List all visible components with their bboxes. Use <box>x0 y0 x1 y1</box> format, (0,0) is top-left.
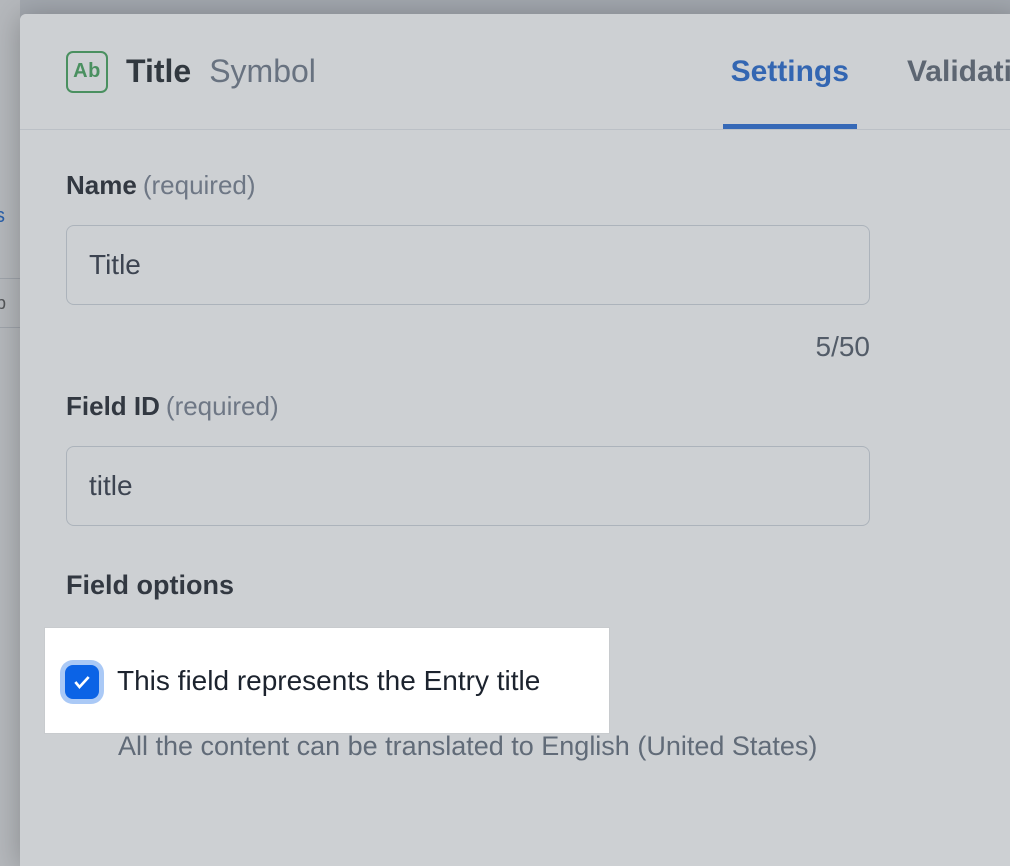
field-id-input[interactable] <box>66 446 870 526</box>
name-input[interactable] <box>66 225 870 305</box>
entry-title-checkbox-label: This field represents the Entry title <box>117 665 540 697</box>
field-settings-modal: Ab Title Symbol Settings Validati Name(r… <box>20 14 1010 866</box>
tab-settings[interactable]: Settings <box>723 14 857 129</box>
localization-subtext: All the content can be translated to Eng… <box>118 731 817 762</box>
field-id-label: Field ID <box>66 391 160 421</box>
modal-title: Title <box>126 53 191 90</box>
name-required-hint: (required) <box>143 170 256 200</box>
tab-validations[interactable]: Validati <box>899 14 1010 129</box>
field-type-label: Symbol <box>209 53 316 90</box>
check-icon <box>72 672 92 692</box>
name-label: Name <box>66 170 137 200</box>
entry-title-checkbox[interactable] <box>65 665 99 699</box>
modal-tabs: Settings Validati <box>723 14 1010 129</box>
modal-header: Ab Title Symbol Settings Validati <box>20 14 1010 130</box>
text-field-type-icon: Ab <box>66 51 108 93</box>
name-char-count: 5/50 <box>66 331 870 363</box>
name-field-group: Name(required) 5/50 <box>66 170 974 363</box>
field-options-heading: Field options <box>66 570 974 601</box>
field-id-group: Field ID(required) <box>66 391 974 526</box>
entry-title-highlight: This field represents the Entry title <box>45 628 609 733</box>
field-id-required-hint: (required) <box>166 391 279 421</box>
